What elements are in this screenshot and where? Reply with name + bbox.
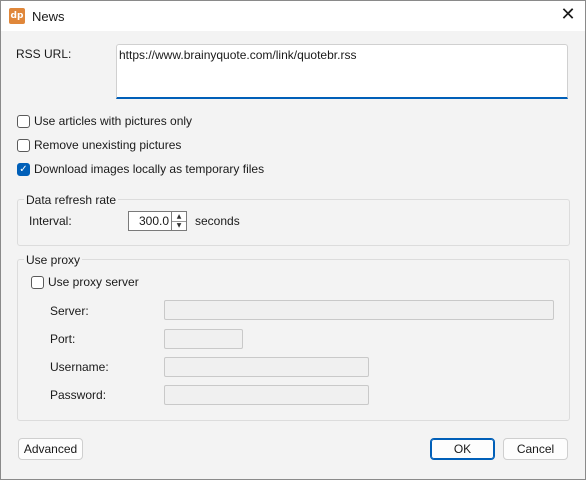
title-bar: dp News ✕ [1,1,585,31]
download-images-checkbox[interactable]: ✓ [17,163,30,176]
ok-button[interactable]: OK [430,438,495,460]
interval-input[interactable]: 300.0 [128,211,172,231]
password-field[interactable] [164,385,369,405]
news-dialog: dp News ✕ RSS URL: https://www.brainyquo… [0,0,586,480]
close-button[interactable]: ✕ [557,4,579,26]
option-remove-unexisting[interactable]: Remove unexisting pictures [16,138,316,154]
pictures-only-checkbox[interactable] [17,115,30,128]
username-field[interactable] [164,357,369,377]
use-proxy-label: Use proxy server [48,275,139,289]
port-label: Port: [50,332,76,346]
proxy-group-title: Use proxy [24,253,83,267]
remove-unexisting-checkbox[interactable] [17,139,30,152]
refresh-rate-title: Data refresh rate [24,193,119,207]
download-images-label: Download images locally as temporary fil… [34,162,265,176]
password-label: Password: [50,388,107,402]
server-label: Server: [50,304,89,318]
rss-url-input[interactable]: https://www.brainyquote.com/link/quotebr… [116,44,568,99]
port-field[interactable] [164,329,243,349]
interval-label: Interval: [29,214,72,228]
username-label: Username: [50,360,109,374]
app-icon: dp [9,8,25,24]
spin-down-icon[interactable]: ▼ [172,221,186,230]
interval-spinner[interactable]: ▲ ▼ [172,211,187,231]
rss-url-label: RSS URL: [16,47,72,61]
cancel-button[interactable]: Cancel [503,438,568,460]
use-proxy-checkbox[interactable] [31,276,44,289]
window-title: News [32,9,65,24]
server-field[interactable] [164,300,554,320]
remove-unexisting-label: Remove unexisting pictures [34,138,182,152]
option-pictures-only[interactable]: Use articles with pictures only [16,114,316,130]
pictures-only-label: Use articles with pictures only [34,114,193,128]
interval-unit: seconds [195,214,240,228]
advanced-button[interactable]: Advanced [18,438,83,460]
option-use-proxy[interactable]: Use proxy server [30,275,230,291]
option-download-images[interactable]: ✓ Download images locally as temporary f… [16,162,316,178]
